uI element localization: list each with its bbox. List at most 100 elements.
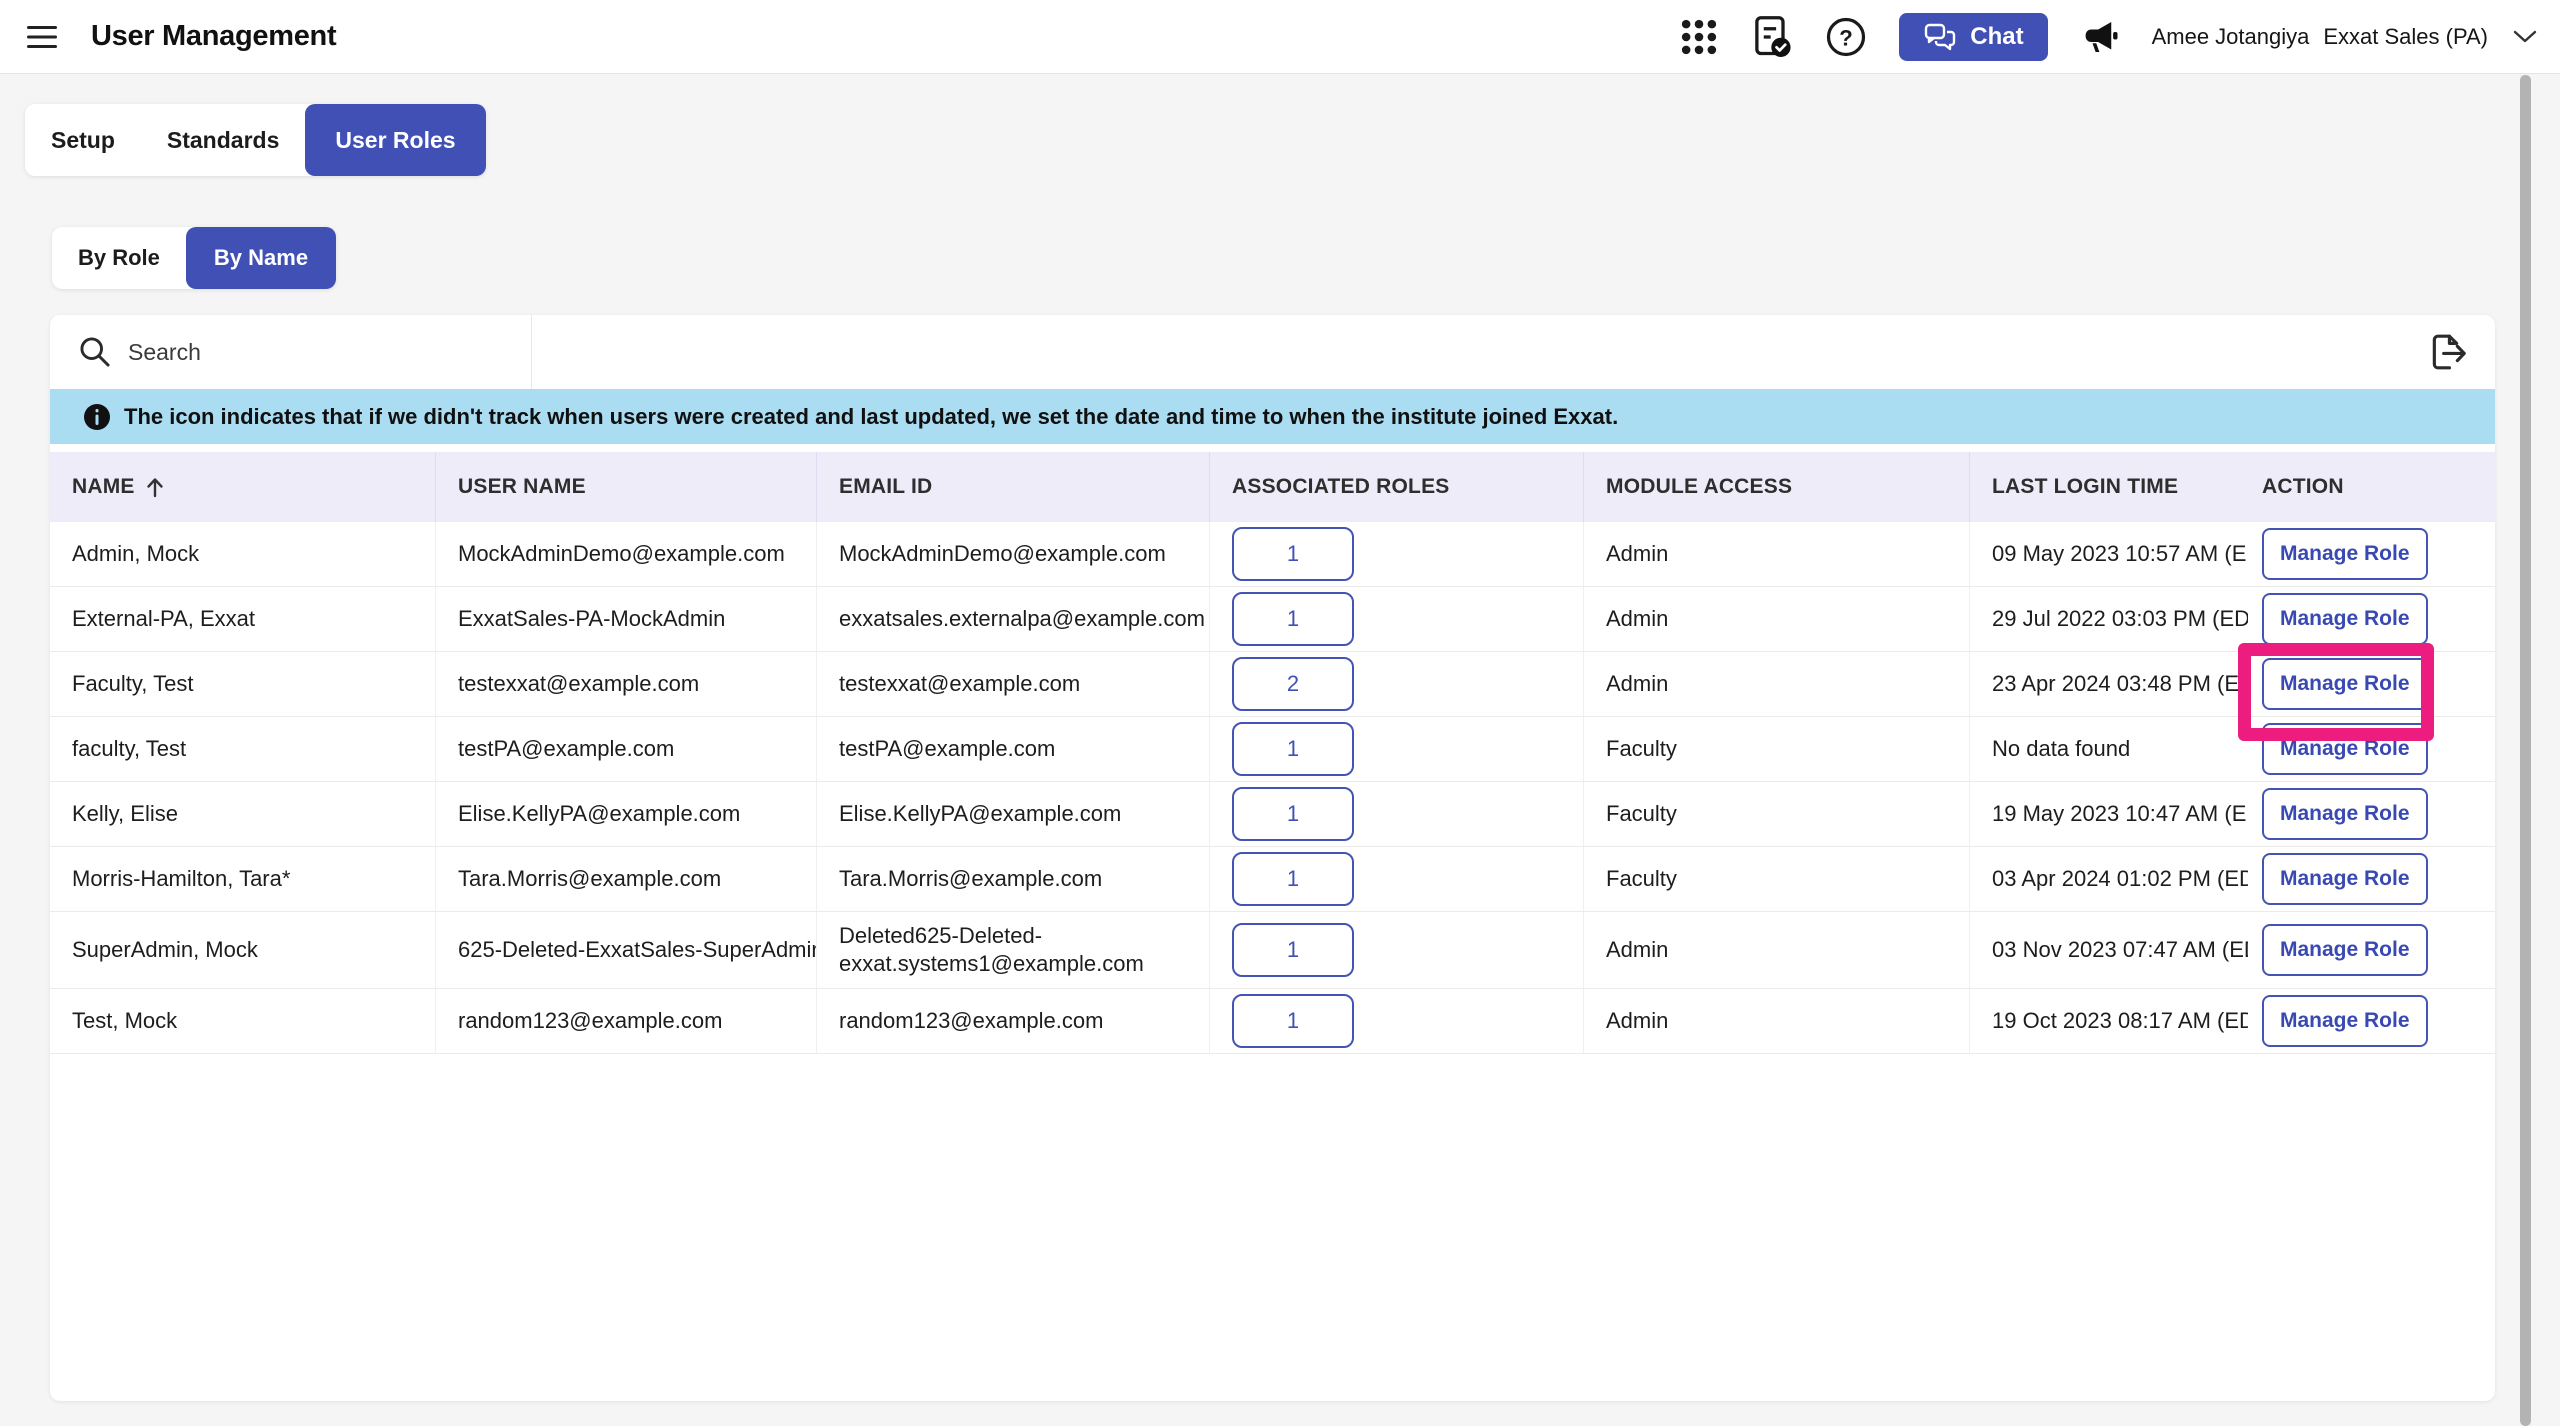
associated-roles-count-button[interactable]: 1 <box>1232 994 1354 1048</box>
export-button[interactable] <box>2425 329 2471 375</box>
cell-last-login: 19 May 2023 10:47 AM (EDT <box>1970 782 2248 846</box>
info-banner-text: The icon indicates that if we didn't tra… <box>124 404 1618 430</box>
cell-email: testPA@example.com <box>817 717 1210 781</box>
user-name: Amee Jotangiya <box>2152 24 2310 50</box>
cell-module-access: Faculty <box>1584 782 1970 846</box>
cell-module-access: Admin <box>1584 522 1970 586</box>
toolbar-divider <box>531 315 532 389</box>
associated-roles-count-button[interactable]: 1 <box>1232 852 1354 906</box>
tab-setup[interactable]: Setup <box>25 104 141 176</box>
cell-name: Faculty, Test <box>50 652 436 716</box>
column-header-action[interactable]: ACTION <box>2248 452 2495 522</box>
info-icon <box>83 403 111 431</box>
chat-bubbles-icon <box>1923 22 1957 52</box>
help-button[interactable]: ? <box>1825 16 1867 58</box>
chevron-down-icon <box>2512 29 2538 45</box>
cell-last-login: 03 Apr 2024 01:02 PM (EDT) <box>1970 847 2248 911</box>
cell-module-access: Admin <box>1584 912 1970 988</box>
apps-grid-icon <box>1679 17 1719 57</box>
scrollbar-thumb[interactable] <box>2520 75 2531 1426</box>
manage-role-button[interactable]: Manage Role <box>2262 658 2428 710</box>
chat-button[interactable]: Chat <box>1899 13 2047 61</box>
cell-name: Morris-Hamilton, Tara* <box>50 847 436 911</box>
manage-role-button[interactable]: Manage Role <box>2262 995 2428 1047</box>
page-title: User Management <box>91 20 336 53</box>
manage-role-button[interactable]: Manage Role <box>2262 924 2428 976</box>
associated-roles-count-button[interactable]: 1 <box>1232 592 1354 646</box>
cell-user-name: Elise.KellyPA@example.com <box>436 782 817 846</box>
subtab-by-name[interactable]: By Name <box>186 227 336 289</box>
manage-role-button[interactable]: Manage Role <box>2262 528 2428 580</box>
hamburger-menu-button[interactable] <box>25 24 61 50</box>
users-table: NAME USER NAME EMAIL ID ASSOCIATED ROLES… <box>50 452 2495 1054</box>
cell-last-login: No data found <box>1970 717 2248 781</box>
tasks-button[interactable] <box>1751 15 1793 59</box>
table-toolbar <box>50 315 2495 389</box>
cell-email: Tara.Morris@example.com <box>817 847 1210 911</box>
sort-arrow-up-icon <box>145 475 165 499</box>
column-header-module-access[interactable]: MODULE ACCESS <box>1584 452 1970 522</box>
subtab-by-role[interactable]: By Role <box>52 227 186 289</box>
cell-last-login: 19 Oct 2023 08:17 AM (EDT) <box>1970 989 2248 1053</box>
manage-role-button[interactable]: Manage Role <box>2262 853 2428 905</box>
cell-module-access: Faculty <box>1584 847 1970 911</box>
apps-grid-button[interactable] <box>1679 17 1719 57</box>
cell-email: exxatsales.externalpa@example.com <box>817 587 1210 651</box>
table-row: Kelly, Elise Elise.KellyPA@example.com E… <box>50 782 2495 847</box>
cell-user-name: 625-Deleted-ExxatSales-SuperAdmin <box>436 912 817 988</box>
announcements-button[interactable] <box>2080 17 2120 57</box>
cell-user-name: testPA@example.com <box>436 717 817 781</box>
cell-name: Admin, Mock <box>50 522 436 586</box>
help-circle-icon: ? <box>1825 16 1867 58</box>
search-box <box>50 335 531 369</box>
cell-user-name: ExxatSales-PA-MockAdmin <box>436 587 817 651</box>
table-row: SuperAdmin, Mock 625-Deleted-ExxatSales-… <box>50 912 2495 989</box>
user-menu[interactable]: Amee Jotangiya Exxat Sales (PA) <box>2152 24 2538 50</box>
cell-email: Deleted625-Deleted-exxat.systems1@exampl… <box>817 912 1210 988</box>
cell-email: MockAdminDemo@example.com <box>817 522 1210 586</box>
cell-user-name: Tara.Morris@example.com <box>436 847 817 911</box>
search-input[interactable] <box>128 339 468 366</box>
search-icon <box>78 335 112 369</box>
associated-roles-count-button[interactable]: 1 <box>1232 787 1354 841</box>
info-banner: The icon indicates that if we didn't tra… <box>50 389 2495 444</box>
table-header-row: NAME USER NAME EMAIL ID ASSOCIATED ROLES… <box>50 452 2495 522</box>
column-header-associated-roles[interactable]: ASSOCIATED ROLES <box>1210 452 1584 522</box>
column-header-email-id[interactable]: EMAIL ID <box>817 452 1210 522</box>
cell-user-name: testexxat@example.com <box>436 652 817 716</box>
table-row: Admin, Mock MockAdminDemo@example.com Mo… <box>50 522 2495 587</box>
cell-last-login: 29 Jul 2022 03:03 PM (EDT) <box>1970 587 2248 651</box>
column-header-user-name[interactable]: USER NAME <box>436 452 817 522</box>
manage-role-button[interactable]: Manage Role <box>2262 788 2428 840</box>
cell-last-login: 03 Nov 2023 07:47 AM (EDT <box>1970 912 2248 988</box>
manage-role-button[interactable]: Manage Role <box>2262 593 2428 645</box>
cell-last-login: 09 May 2023 10:57 AM (EDT <box>1970 522 2248 586</box>
cell-name: faculty, Test <box>50 717 436 781</box>
cell-name: Kelly, Elise <box>50 782 436 846</box>
associated-roles-count-button[interactable]: 2 <box>1232 657 1354 711</box>
manage-role-button[interactable]: Manage Role <box>2262 723 2428 775</box>
column-header-name[interactable]: NAME <box>50 452 436 522</box>
associated-roles-count-button[interactable]: 1 <box>1232 923 1354 977</box>
cell-email: random123@example.com <box>817 989 1210 1053</box>
tab-user-roles[interactable]: User Roles <box>305 104 485 176</box>
cell-email: testexxat@example.com <box>817 652 1210 716</box>
table-row: Test, Mock random123@example.com random1… <box>50 989 2495 1054</box>
table-row: faculty, Test testPA@example.com testPA@… <box>50 717 2495 782</box>
column-header-last-login-time[interactable]: LAST LOGIN TIME <box>1970 452 2248 522</box>
export-icon <box>2425 329 2471 375</box>
cell-module-access: Admin <box>1584 587 1970 651</box>
megaphone-icon <box>2080 17 2120 57</box>
associated-roles-count-button[interactable]: 1 <box>1232 527 1354 581</box>
tab-standards[interactable]: Standards <box>141 104 305 176</box>
cell-module-access: Faculty <box>1584 717 1970 781</box>
vertical-scrollbar[interactable] <box>2520 75 2531 1426</box>
top-bar: User Management <box>0 0 2560 74</box>
hamburger-icon <box>25 24 61 50</box>
main-tabs: Setup Standards User Roles <box>25 104 486 176</box>
cell-email: Elise.KellyPA@example.com <box>817 782 1210 846</box>
cell-last-login: 23 Apr 2024 03:48 PM (EDT) <box>1970 652 2248 716</box>
cell-name: Test, Mock <box>50 989 436 1053</box>
associated-roles-count-button[interactable]: 1 <box>1232 722 1354 776</box>
svg-text:?: ? <box>1839 25 1853 50</box>
